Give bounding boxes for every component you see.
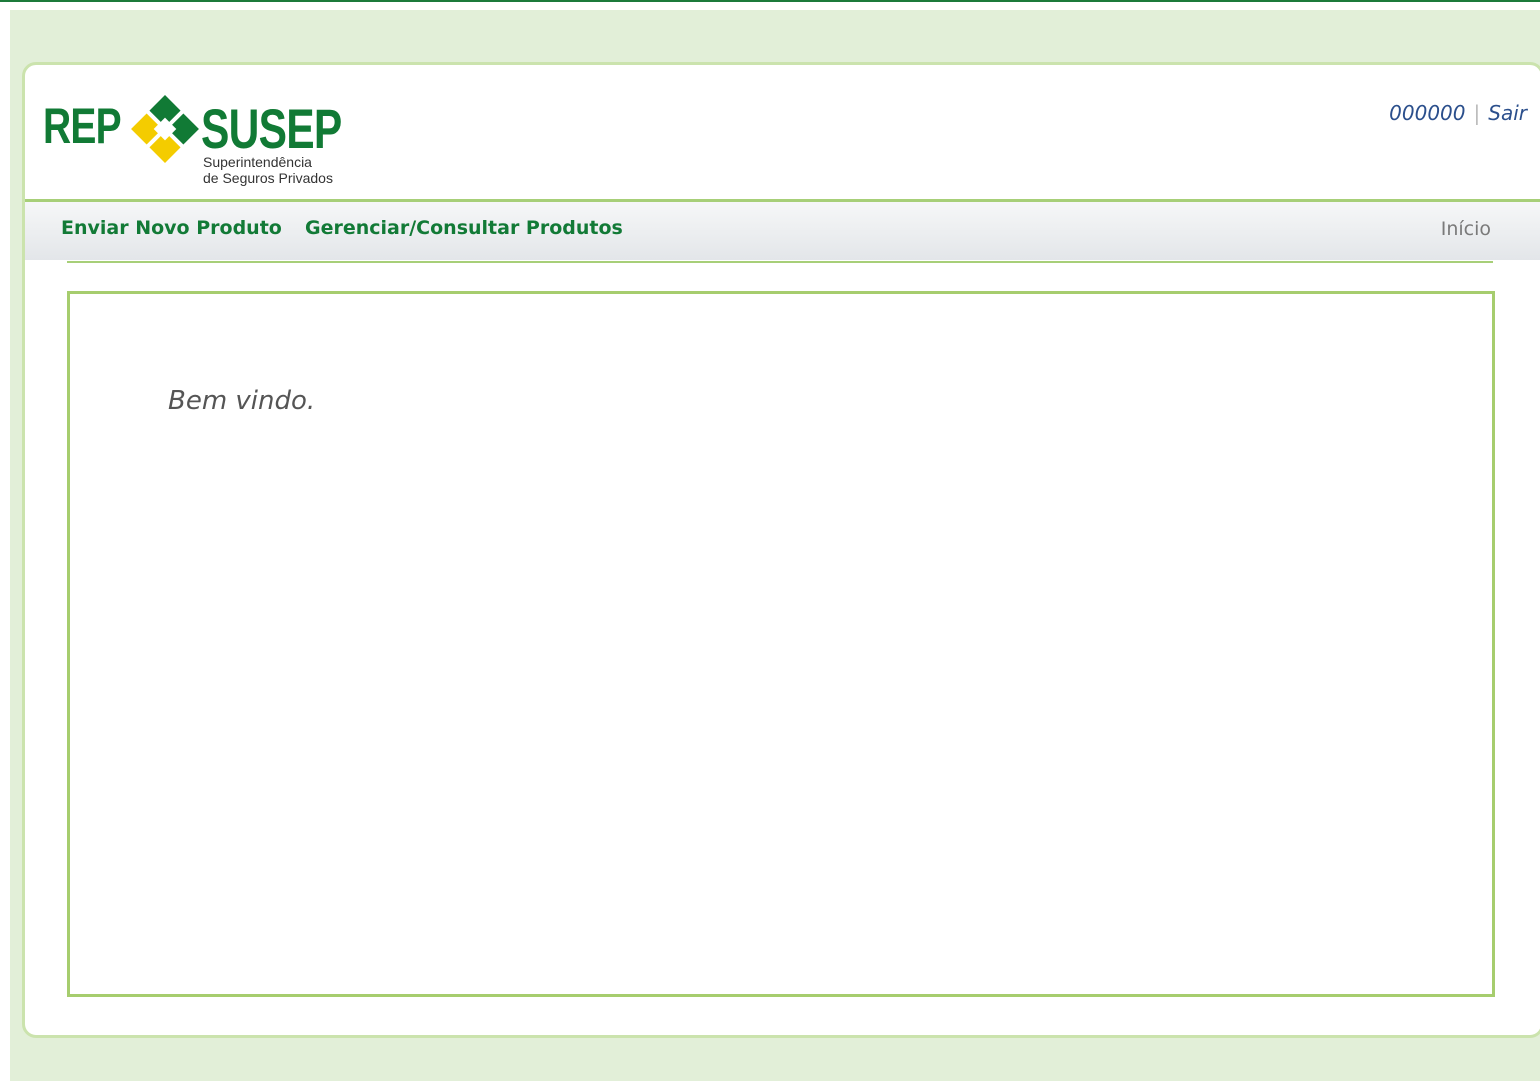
user-id: 000000 — [1389, 101, 1466, 125]
rep-susep-logo: REP SUSEP Superintendência de Seguros Pr… — [43, 85, 373, 189]
logo-rep-text: REP — [43, 98, 122, 154]
user-separator: | — [1473, 101, 1481, 125]
welcome-message: Bem vindo. — [168, 386, 316, 416]
logout-link[interactable]: Sair — [1488, 101, 1527, 125]
content-area: Bem vindo. — [67, 291, 1495, 997]
top-accent-line — [0, 0, 1540, 2]
logo-subtitle-line2: de Seguros Privados — [203, 170, 333, 186]
header: REP SUSEP Superintendência de Seguros Pr… — [25, 65, 1540, 199]
nav-divider — [67, 261, 1493, 263]
logo-subtitle-line1: Superintendência — [203, 154, 312, 170]
susep-diamond-icon — [131, 95, 199, 163]
user-area: 000000 | Sair — [1389, 101, 1527, 125]
logo-susep-text: SUSEP — [201, 97, 342, 160]
nav-gerenciar-consultar-produtos[interactable]: Gerenciar/Consultar Produtos — [305, 217, 623, 239]
nav-home-link[interactable]: Início — [1441, 218, 1491, 240]
page-background: REP SUSEP Superintendência de Seguros Pr… — [10, 10, 1540, 1081]
nav-enviar-novo-produto[interactable]: Enviar Novo Produto — [61, 217, 282, 239]
main-panel: REP SUSEP Superintendência de Seguros Pr… — [22, 62, 1540, 1038]
main-nav: Enviar Novo Produto Gerenciar/Consultar … — [25, 199, 1540, 260]
